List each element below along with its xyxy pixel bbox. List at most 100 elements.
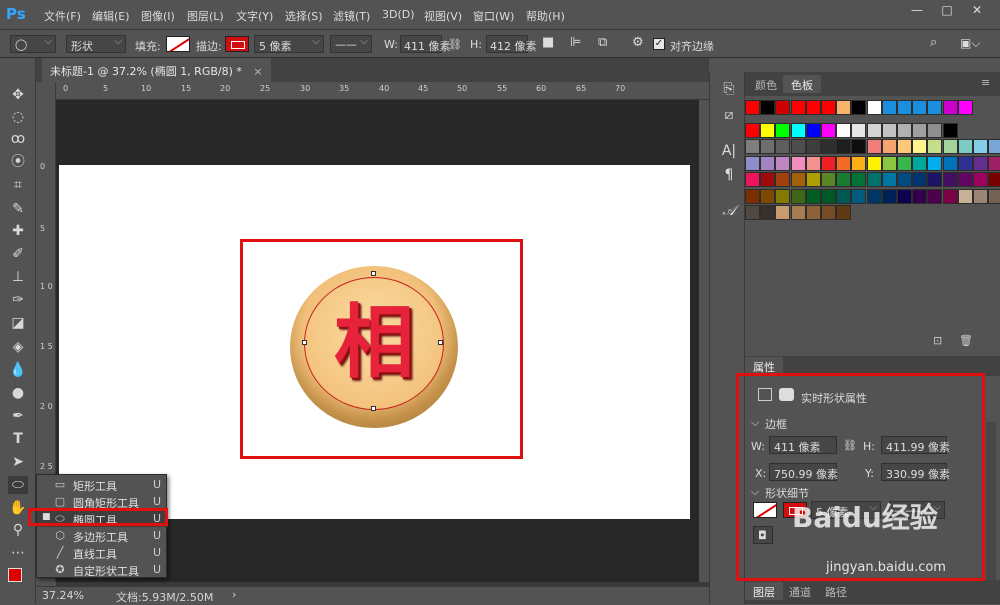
path-alignment-icon[interactable]: ⊫ — [570, 35, 581, 50]
color-swatch[interactable] — [973, 139, 988, 154]
tool-preset-picker[interactable]: ◯ — [10, 35, 56, 53]
color-swatch[interactable] — [912, 188, 928, 204]
color-swatch[interactable] — [866, 188, 882, 204]
color-swatch[interactable] — [988, 139, 1000, 154]
color-swatch[interactable] — [760, 188, 776, 204]
color-swatch[interactable] — [851, 172, 867, 187]
color-swatch[interactable] — [973, 155, 988, 171]
color-swatch[interactable] — [775, 172, 791, 187]
status-menu-arrow-icon[interactable]: › — [232, 588, 236, 601]
color-swatch[interactable] — [942, 188, 958, 204]
color-swatch[interactable] — [988, 155, 1000, 171]
menu-window[interactable]: 窗口(W) — [473, 8, 514, 24]
close-window-button[interactable]: ✕ — [966, 3, 988, 19]
color-swatch[interactable] — [851, 155, 867, 171]
color-swatch[interactable] — [745, 155, 760, 171]
move-tool-icon[interactable]: ✥ — [8, 86, 28, 104]
panel-menu-icon[interactable]: ≡ — [981, 76, 990, 89]
color-swatch[interactable] — [912, 172, 928, 187]
color-swatch[interactable] — [790, 122, 806, 138]
color-swatch[interactable] — [790, 188, 806, 204]
color-swatch[interactable] — [897, 172, 912, 187]
color-swatch[interactable] — [942, 139, 958, 154]
color-swatch[interactable] — [927, 172, 943, 187]
menu-layer[interactable]: 图层(L) — [187, 8, 224, 24]
color-swatch[interactable] — [821, 122, 836, 138]
color-swatch[interactable] — [836, 122, 852, 138]
color-swatch[interactable] — [897, 100, 912, 115]
color-swatch[interactable] — [912, 100, 928, 115]
color-swatch[interactable] — [881, 100, 897, 115]
color-swatch[interactable] — [760, 100, 776, 115]
stroke-type-select[interactable]: —— — [330, 35, 372, 53]
flyout-item-rectangle[interactable]: ▭ 矩形工具 U — [37, 476, 168, 493]
color-swatch[interactable] — [775, 139, 791, 154]
color-swatch[interactable] — [851, 100, 867, 115]
flyout-item-line[interactable]: ╱ 直线工具 U — [37, 544, 168, 561]
eyedropper-tool-icon[interactable]: ✎ — [8, 200, 28, 218]
history-panel-icon[interactable]: ⎘ — [720, 80, 738, 98]
color-swatch[interactable] — [790, 100, 806, 115]
color-swatch[interactable] — [957, 155, 973, 171]
ellipse-tool-icon[interactable]: ⬭ — [8, 476, 28, 494]
color-swatch[interactable] — [881, 188, 897, 204]
color-swatch[interactable] — [760, 139, 776, 154]
color-swatch[interactable] — [805, 122, 821, 138]
tab-layers[interactable]: 图层 — [745, 582, 783, 600]
gear-icon[interactable]: ⚙ — [632, 35, 644, 50]
color-swatch[interactable] — [912, 139, 928, 154]
color-swatch[interactable] — [897, 139, 912, 154]
character-panel-icon[interactable]: A| — [720, 142, 738, 160]
color-swatch[interactable] — [821, 139, 836, 154]
workspace-icon[interactable]: ▣⌵ — [960, 36, 980, 51]
clone-stamp-tool-icon[interactable]: ⊥ — [8, 268, 28, 286]
color-swatch[interactable] — [790, 139, 806, 154]
anchor-point-right[interactable] — [438, 340, 443, 345]
color-swatch[interactable] — [942, 155, 958, 171]
color-swatch[interactable] — [927, 188, 943, 204]
tab-paths[interactable]: 路径 — [817, 582, 855, 600]
color-swatch[interactable] — [821, 155, 836, 171]
type-tool-icon[interactable]: T — [8, 430, 28, 448]
zoom-level[interactable]: 37.24% — [42, 589, 84, 602]
color-swatch[interactable] — [973, 172, 988, 187]
blur-tool-icon[interactable]: 💧 — [8, 361, 28, 379]
properties-scrollbar[interactable] — [986, 422, 996, 592]
menu-file[interactable]: 文件(F) — [44, 8, 81, 24]
flyout-item-polygon[interactable]: ⬡ 多边形工具 U — [37, 527, 168, 544]
paragraph-panel-icon[interactable]: ¶ — [720, 166, 738, 184]
color-swatch[interactable] — [805, 100, 821, 115]
color-swatch[interactable] — [988, 188, 1000, 204]
color-swatch[interactable] — [745, 139, 760, 154]
pen-tool-icon[interactable]: ✒ — [8, 407, 28, 425]
menu-select[interactable]: 选择(S) — [285, 8, 323, 24]
zoom-tool-icon[interactable]: ⚲ — [8, 521, 28, 539]
path-operations-icon[interactable]: ■ — [542, 35, 554, 50]
color-swatch[interactable] — [851, 122, 867, 138]
color-swatch[interactable] — [897, 188, 912, 204]
color-swatch[interactable] — [760, 122, 776, 138]
color-swatch[interactable] — [790, 205, 806, 220]
color-swatch[interactable] — [805, 155, 821, 171]
color-swatch[interactable] — [942, 122, 958, 138]
anchor-point-top[interactable] — [371, 271, 376, 276]
color-swatch[interactable] — [897, 155, 912, 171]
color-swatch[interactable] — [881, 122, 897, 138]
color-swatch[interactable] — [927, 122, 943, 138]
color-swatch[interactable] — [957, 139, 973, 154]
color-swatch[interactable] — [775, 100, 791, 115]
menu-view[interactable]: 视图(V) — [424, 8, 462, 24]
color-swatch[interactable] — [912, 155, 928, 171]
color-swatch[interactable] — [836, 188, 852, 204]
color-swatch[interactable] — [805, 205, 821, 220]
healing-brush-tool-icon[interactable]: ✚ — [8, 222, 28, 240]
color-swatch[interactable] — [745, 100, 760, 115]
color-swatch[interactable] — [897, 122, 912, 138]
glyphs-panel-icon[interactable]: 𝒜 — [720, 202, 738, 220]
color-swatch[interactable] — [881, 139, 897, 154]
color-swatch[interactable] — [805, 172, 821, 187]
color-swatch[interactable] — [836, 155, 852, 171]
menu-image[interactable]: 图像(I) — [141, 8, 175, 24]
properties-panel-icon[interactable]: ⧄ — [720, 106, 738, 124]
stroke-width-field[interactable]: 5 像素 — [254, 35, 324, 53]
